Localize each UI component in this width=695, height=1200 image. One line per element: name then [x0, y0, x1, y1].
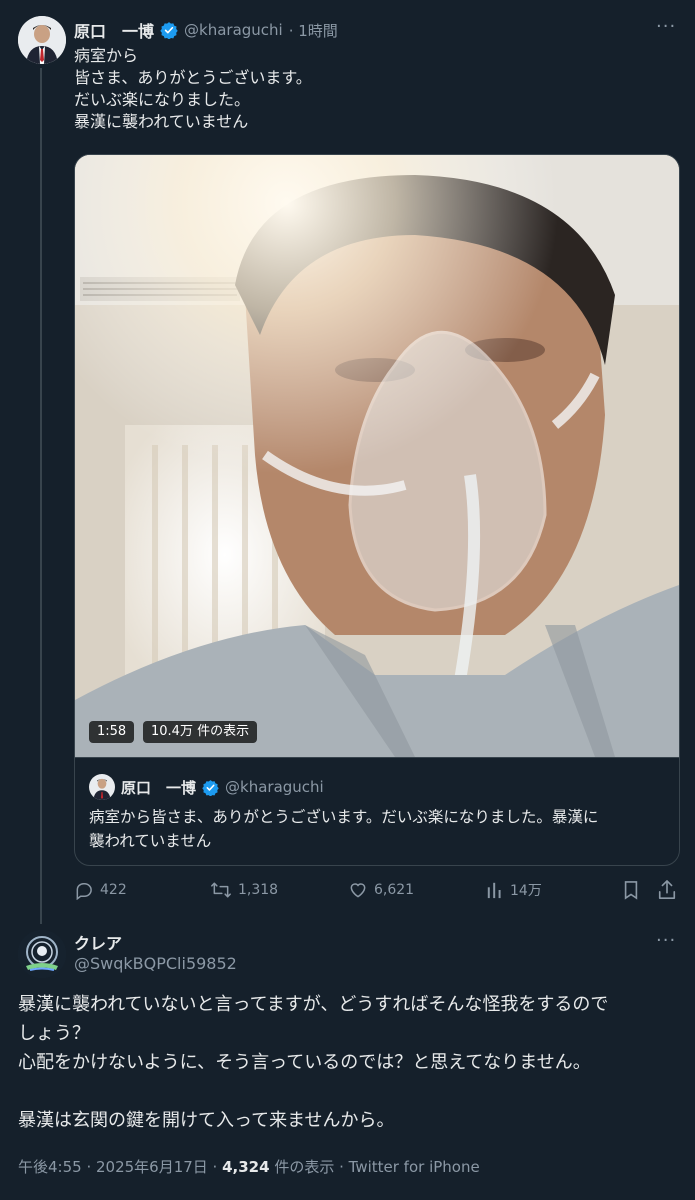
author-handle[interactable]: @kharaguchi: [184, 21, 283, 39]
reply-more-options-button[interactable]: ···: [656, 930, 676, 951]
bookmark-icon: [624, 881, 638, 900]
reply-text-line: 暴漢に襲われていないと言ってますが、どうすればそんな怪我をするので: [18, 994, 609, 1015]
verified-badge-icon: [202, 779, 219, 796]
thread-connector-line: [40, 68, 42, 924]
media-card[interactable]: 1:58 10.4万 件の表示 原口 一博 @kharaguchi 病室から皆さ…: [74, 154, 680, 866]
heart-icon: [350, 883, 366, 898]
author-avatar[interactable]: [18, 16, 66, 64]
tweet-text-line: だいぶ楽になりました。: [74, 90, 251, 109]
reply-text-line: 心配をかけないように、そう言っているのでは？と思えてなりません。: [18, 1052, 591, 1073]
analytics-icon: [487, 882, 501, 899]
reply-author-avatar[interactable]: [18, 930, 66, 978]
reply-views-source: 件の表示 · Twitter for iPhone: [269, 1158, 480, 1176]
reply-footer: 午後4:55 · 2025年6月17日 · 4,324 件の表示 · Twitt…: [18, 1156, 480, 1177]
tweet-time[interactable]: · 1時間: [289, 20, 338, 41]
share-icon: [658, 880, 676, 899]
tweet-text-line: 病室から: [74, 46, 139, 65]
verified-badge-icon: [160, 22, 178, 39]
quoted-author-name: 原口 一博: [121, 778, 197, 797]
quoted-text-line: 襲われていません: [89, 832, 212, 850]
quoted-author-handle: @kharaguchi: [225, 778, 324, 796]
reply-icon: [76, 883, 92, 900]
retweet-icon: [211, 882, 231, 898]
like-button[interactable]: 6,621: [348, 880, 414, 900]
reply-text-line: [18, 1077, 678, 1106]
tweet-text-line: 暴漢に襲われていません: [74, 112, 249, 131]
quoted-author-avatar: [89, 774, 115, 800]
views-button[interactable]: 14万: [486, 880, 542, 900]
view-count: 14万: [510, 883, 542, 899]
more-options-button[interactable]: ···: [656, 16, 676, 37]
reply-author-name[interactable]: クレア: [74, 930, 122, 954]
video-views-badge: 10.4万 件の表示: [143, 721, 258, 743]
reply-timestamp[interactable]: 午後4:55 · 2025年6月17日 ·: [18, 1158, 222, 1176]
bookmark-button[interactable]: [622, 880, 640, 900]
tweet-text-line: 皆さま、ありがとうございます。: [74, 68, 312, 87]
reply-count: 422: [100, 882, 127, 898]
quoted-tweet-text: 病室から皆さま、ありがとうございます。だいぶ楽になりました。暴漢に 襲われていま…: [89, 805, 598, 853]
share-button[interactable]: [657, 880, 677, 900]
reply-author-handle[interactable]: @SwqkBQPCli59852: [74, 954, 237, 973]
like-count: 6,621: [374, 882, 415, 898]
tweet-text: 病室から 皆さま、ありがとうございます。 だいぶ楽になりました。 暴漢に襲われて…: [74, 45, 312, 133]
reply-text-line: 暴漢は玄関の鍵を開けて入って来ませんから。: [18, 1110, 395, 1131]
reply-view-count: 4,324: [222, 1158, 270, 1176]
quoted-text-line: 病室から皆さま、ありがとうございます。だいぶ楽になりました。暴漢に: [89, 808, 599, 826]
video-frame-image: [75, 155, 679, 757]
retweet-button[interactable]: 1,318: [210, 880, 278, 900]
reply-button[interactable]: 422: [74, 880, 127, 900]
video-player[interactable]: 1:58 10.4万 件の表示: [75, 155, 679, 757]
reply-tweet-text: 暴漢に襲われていないと言ってますが、どうすればそんな怪我をするので しょう？ 心…: [18, 990, 678, 1135]
video-duration-badge: 1:58: [89, 721, 135, 743]
reply-text-line: しょう？: [18, 1023, 90, 1044]
quoted-tweet[interactable]: 原口 一博 @kharaguchi 病室から皆さま、ありがとうございます。だいぶ…: [75, 757, 679, 865]
retweet-count: 1,318: [238, 882, 279, 898]
author-name[interactable]: 原口 一博: [74, 18, 154, 42]
